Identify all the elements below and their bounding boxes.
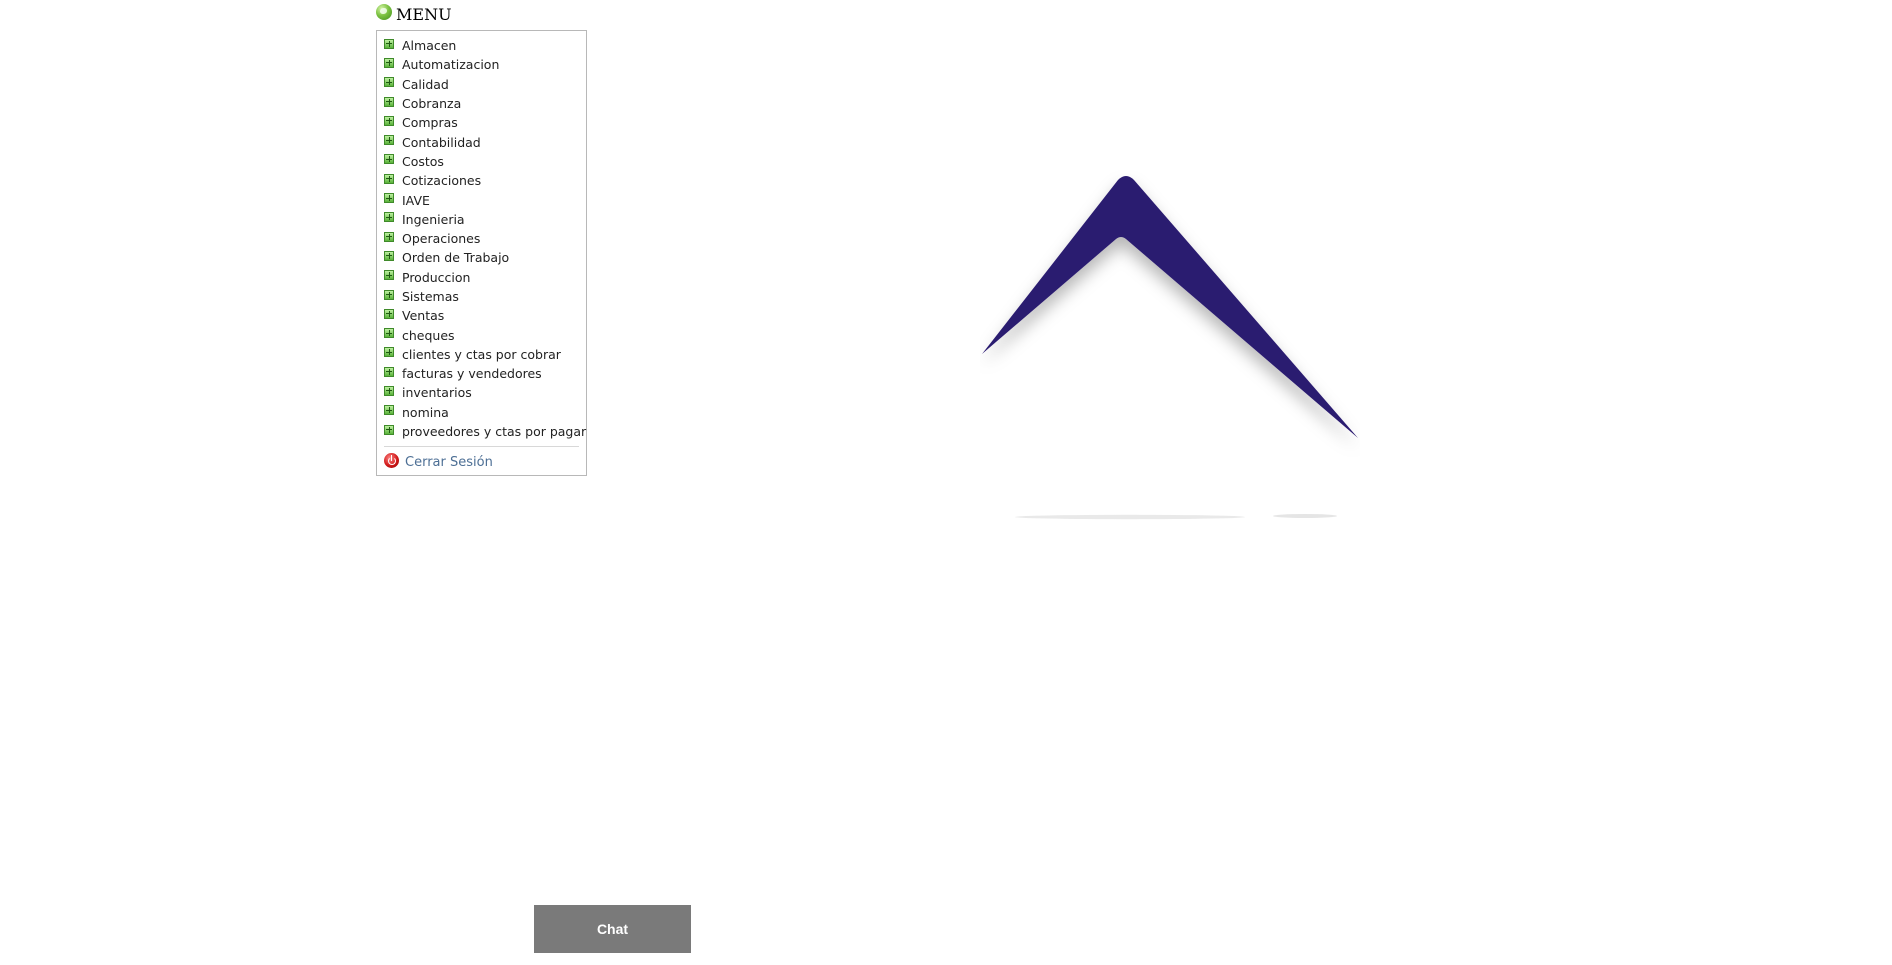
plus-box-icon[interactable] xyxy=(384,38,394,49)
menu-item-produccion[interactable]: Produccion xyxy=(384,268,582,287)
menu-item-orden-de-trabajo[interactable]: Orden de Trabajo xyxy=(384,248,582,267)
logout-label[interactable]: Cerrar Sesión xyxy=(405,455,493,470)
menu-item-label[interactable]: Operaciones xyxy=(402,231,480,246)
menu-item-label[interactable]: Compras xyxy=(402,115,458,130)
menu-item-label[interactable]: Costos xyxy=(402,154,444,169)
chat-button[interactable]: Chat xyxy=(534,905,691,953)
menu-item-iave[interactable]: IAVE xyxy=(384,190,582,209)
plus-box-icon[interactable] xyxy=(384,308,394,319)
logo-chevron-mark xyxy=(982,176,1358,438)
logo-base-shadow xyxy=(1015,514,1245,520)
plus-box-icon[interactable] xyxy=(384,270,394,281)
plus-box-icon[interactable] xyxy=(384,405,394,416)
logout-link[interactable]: Cerrar Sesión xyxy=(384,453,493,470)
menu-item-cotizaciones[interactable]: Cotizaciones xyxy=(384,171,582,190)
plus-box-icon[interactable] xyxy=(384,115,394,126)
menu-item-label[interactable]: Orden de Trabajo xyxy=(402,250,509,265)
menu-item-operaciones[interactable]: Operaciones xyxy=(384,229,582,248)
menu-item-label[interactable]: Sistemas xyxy=(402,289,459,304)
menu-divider xyxy=(384,446,579,447)
plus-box-icon[interactable] xyxy=(384,366,394,377)
menu-item-facturas-y-vendedores[interactable]: facturas y vendedores xyxy=(384,364,582,383)
menu-item-contabilidad[interactable]: Contabilidad xyxy=(384,132,582,151)
plus-box-icon[interactable] xyxy=(384,289,394,300)
menu-item-cobranza[interactable]: Cobranza xyxy=(384,94,582,113)
plus-box-icon[interactable] xyxy=(384,193,394,204)
menu-item-compras[interactable]: Compras xyxy=(384,113,582,132)
menu-item-almacen[interactable]: Almacen xyxy=(384,36,582,55)
menu-item-label[interactable]: Calidad xyxy=(402,77,449,92)
globe-icon xyxy=(376,4,392,20)
plus-box-icon[interactable] xyxy=(384,212,394,223)
menu-item-label[interactable]: Contabilidad xyxy=(402,135,481,150)
plus-box-icon[interactable] xyxy=(384,347,394,358)
plus-box-icon[interactable] xyxy=(384,154,394,165)
menu-item-label[interactable]: Cotizaciones xyxy=(402,173,481,188)
plus-box-icon[interactable] xyxy=(384,57,394,68)
plus-box-icon[interactable] xyxy=(384,424,394,435)
menu-item-label[interactable]: IAVE xyxy=(402,193,430,208)
menu-title: MENU xyxy=(396,4,452,24)
menu-item-ventas[interactable]: Ventas xyxy=(384,306,582,325)
plus-box-icon[interactable] xyxy=(384,77,394,88)
menu-header: MENU xyxy=(376,2,452,26)
menu-item-costos[interactable]: Costos xyxy=(384,152,582,171)
menu-item-ingenieria[interactable]: Ingenieria xyxy=(384,210,582,229)
menu-item-label[interactable]: inventarios xyxy=(402,385,472,400)
menu-panel: Almacen Automatizacion Calidad Cobranza … xyxy=(376,30,587,476)
menu-item-label[interactable]: Almacen xyxy=(402,38,456,53)
menu-item-label[interactable]: nomina xyxy=(402,405,449,420)
menu-item-inventarios[interactable]: inventarios xyxy=(384,383,582,402)
menu-item-label[interactable]: Automatizacion xyxy=(402,57,499,72)
menu-item-label[interactable]: facturas y vendedores xyxy=(402,366,542,381)
plus-box-icon[interactable] xyxy=(384,328,394,339)
menu-item-proveedores-y-ctas-por-pagar[interactable]: proveedores y ctas por pagar xyxy=(384,422,586,441)
plus-box-icon[interactable] xyxy=(384,250,394,261)
plus-box-icon[interactable] xyxy=(384,173,394,184)
company-logo xyxy=(982,176,1358,520)
menu-list: Almacen Automatizacion Calidad Cobranza … xyxy=(384,36,586,441)
menu-item-automatizacion[interactable]: Automatizacion xyxy=(384,55,582,74)
menu-item-label[interactable]: proveedores y ctas por pagar xyxy=(402,424,586,439)
menu-item-label[interactable]: clientes y ctas por cobrar xyxy=(402,347,561,362)
plus-box-icon[interactable] xyxy=(384,96,394,107)
menu-item-label[interactable]: Produccion xyxy=(402,270,470,285)
menu-item-cheques[interactable]: cheques xyxy=(384,325,582,344)
menu-item-label[interactable]: cheques xyxy=(402,328,455,343)
plus-box-icon[interactable] xyxy=(384,231,394,242)
menu-item-label[interactable]: Cobranza xyxy=(402,96,461,111)
logo-base-shadow-right xyxy=(1273,514,1337,518)
menu-item-calidad[interactable]: Calidad xyxy=(384,75,582,94)
menu-item-label[interactable]: Ventas xyxy=(402,308,444,323)
menu-item-nomina[interactable]: nomina xyxy=(384,403,582,422)
plus-box-icon[interactable] xyxy=(384,135,394,146)
menu-item-sistemas[interactable]: Sistemas xyxy=(384,287,582,306)
menu-item-label[interactable]: Ingenieria xyxy=(402,212,465,227)
power-icon[interactable] xyxy=(384,453,399,468)
menu-item-clientes-y-ctas-por-cobrar[interactable]: clientes y ctas por cobrar xyxy=(384,345,582,364)
plus-box-icon[interactable] xyxy=(384,385,394,396)
